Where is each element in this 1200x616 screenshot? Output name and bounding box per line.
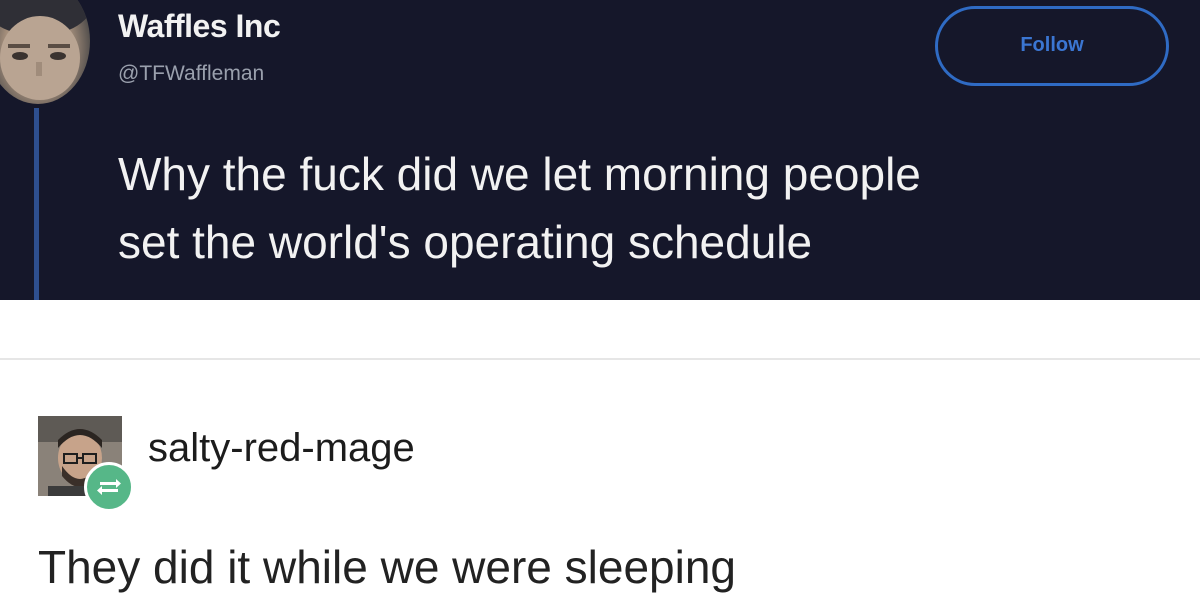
- embedded-tweet: Waffles Inc @TFWaffleman Follow Why the …: [0, 0, 1200, 300]
- reblog-arrows-icon: [84, 462, 134, 512]
- reblogger-username[interactable]: salty-red-mage: [148, 426, 415, 471]
- post-divider: [0, 358, 1200, 360]
- reblog-comment-text: They did it while we were sleeping: [38, 541, 737, 593]
- screenshot-page: Waffles Inc @TFWaffleman Follow Why the …: [0, 0, 1200, 616]
- tweet-handle[interactable]: @TFWaffleman: [118, 62, 264, 86]
- tweet-display-name[interactable]: Waffles Inc: [118, 8, 281, 45]
- follow-button[interactable]: Follow: [935, 6, 1169, 86]
- tweet-text: Why the fuck did we let morning people s…: [118, 140, 1198, 276]
- tweet-author-avatar[interactable]: [0, 0, 90, 104]
- thread-line: [34, 108, 39, 300]
- tweet-text-line-1: Why the fuck did we let morning people: [118, 148, 921, 200]
- tweet-text-line-2: set the world's operating schedule: [118, 216, 813, 268]
